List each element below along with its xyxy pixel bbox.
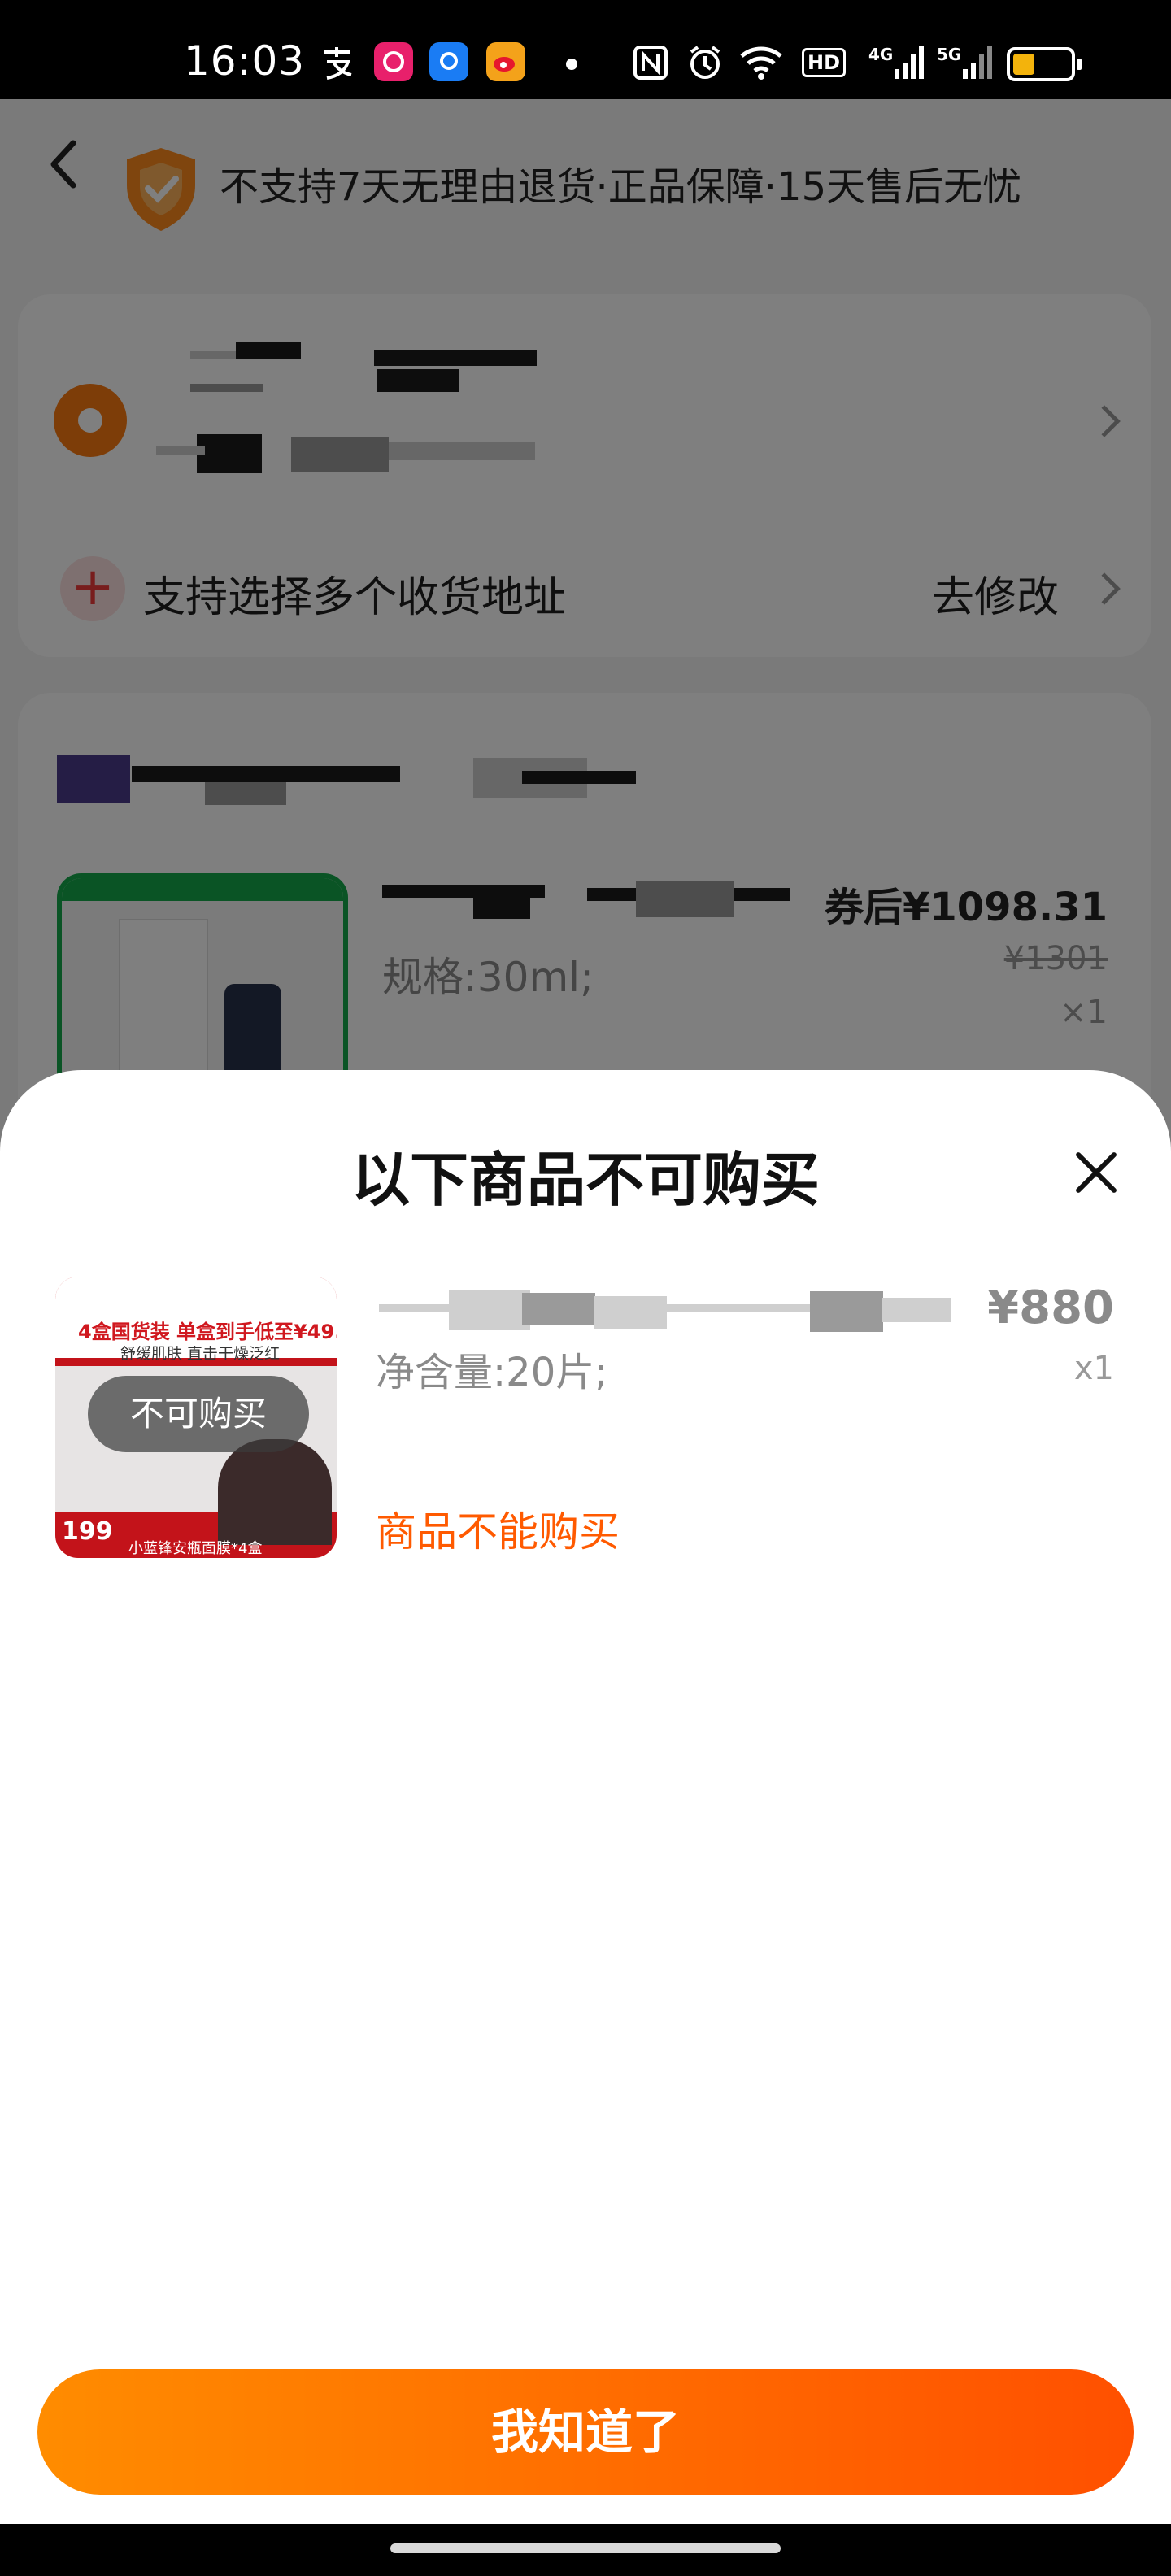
alipay-icon — [319, 42, 356, 83]
redacted-text — [449, 1290, 530, 1330]
screen: 16:03 HD 4G 5G 以下商品不可购买 4盒国货装 单盒到手低至¥49.… — [0, 0, 1171, 2576]
status-bar: 16:03 HD 4G 5G — [0, 0, 1171, 99]
unavailable-reason: 商品不能购买 — [376, 1508, 620, 1556]
confirm-button[interactable]: 我知道了 — [37, 2369, 1134, 2495]
app-icon-2 — [429, 42, 468, 81]
battery-icon — [1007, 47, 1082, 81]
status-time: 16:03 — [184, 37, 306, 85]
app-icon-1 — [374, 42, 413, 81]
hd-icon: HD — [802, 42, 847, 83]
weibo-icon — [486, 42, 525, 81]
5g-signal-icon: 5G — [937, 42, 995, 83]
unavailable-items-sheet: 以下商品不可购买 4盒国货装 单盒到手低至¥49.8 舒缓肌肤 直击干燥泛红 1… — [0, 1070, 1171, 2576]
close-icon[interactable] — [1073, 1150, 1119, 1195]
nfc-icon — [633, 42, 668, 83]
redacted-text — [810, 1291, 883, 1332]
system-nav-bar — [0, 2524, 1171, 2576]
alarm-icon — [686, 42, 724, 83]
unavailable-badge: 不可购买 — [88, 1376, 309, 1452]
notification-dot — [566, 59, 577, 70]
wifi-icon — [738, 42, 784, 83]
item-spec: 净含量:20片; — [376, 1350, 608, 1395]
item-price: ¥880 — [987, 1281, 1114, 1334]
unavailable-item-image[interactable]: 4盒国货装 单盒到手低至¥49.8 舒缓肌肤 直击干燥泛红 199 小蓝锋安瓶面… — [55, 1277, 337, 1558]
redacted-text — [882, 1298, 951, 1322]
redacted-text — [594, 1296, 667, 1329]
redacted-text — [522, 1293, 595, 1325]
sheet-title: 以下商品不可购买 — [350, 1146, 820, 1214]
home-indicator[interactable] — [390, 2543, 781, 2553]
4g-signal-icon: 4G — [868, 42, 927, 83]
item-quantity: x1 — [1073, 1350, 1114, 1387]
